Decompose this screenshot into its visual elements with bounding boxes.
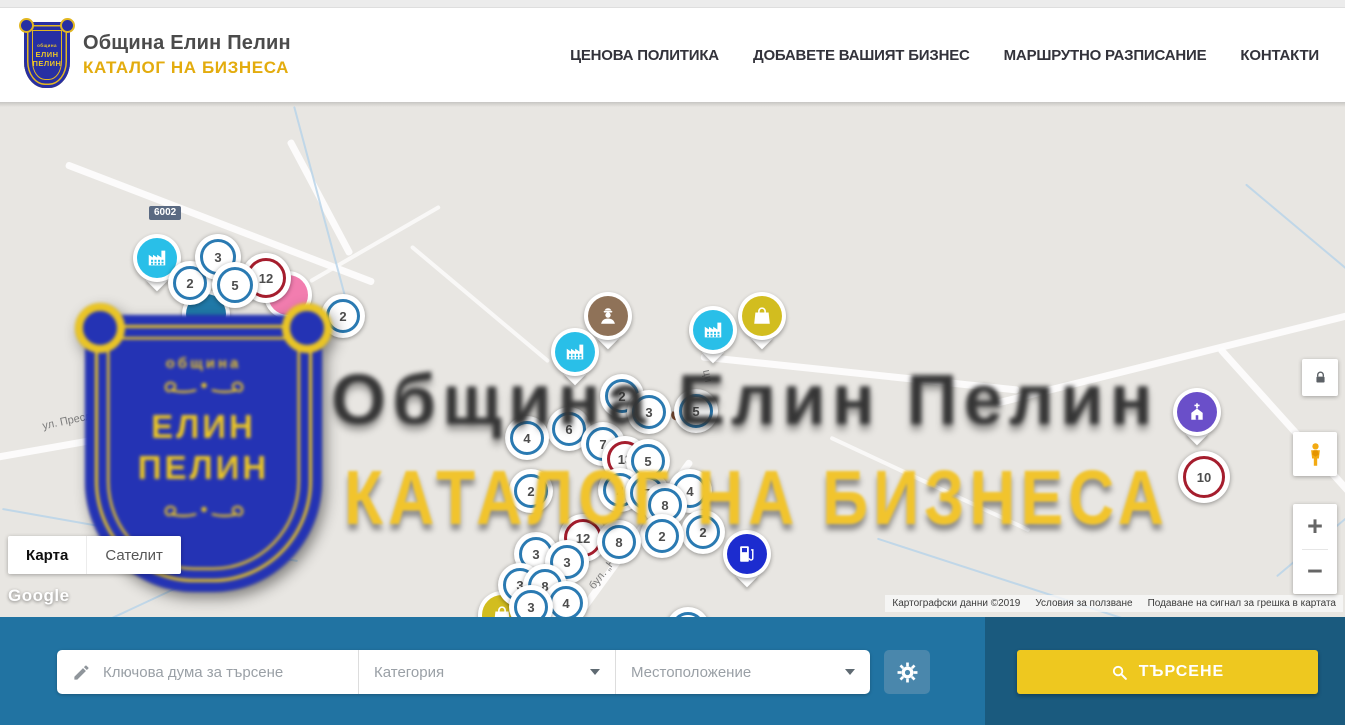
category-select[interactable]: Категория <box>358 650 615 694</box>
lock-icon <box>1313 370 1328 385</box>
cluster-marker[interactable]: 5 <box>666 607 710 617</box>
zoom-control: + − <box>1293 504 1337 594</box>
road-line <box>0 408 258 464</box>
map-type-control: Карта Сателит <box>8 536 181 574</box>
nav-contacts[interactable]: КОНТАКТИ <box>1240 47 1319 64</box>
road-line <box>995 308 1345 407</box>
street-name-label: ци <box>700 369 714 384</box>
road-line <box>410 245 550 364</box>
street-name-label: ул. Преслав <box>41 408 104 433</box>
cluster-count: 3 <box>514 590 548 617</box>
brand-municipality-title: Община Елин Пелин <box>83 32 291 55</box>
nav-route-schedule[interactable]: МАРШРУТНО РАЗПИСАНИЕ <box>1004 47 1207 64</box>
watermark-crest-line2: ПЕЛИН <box>138 447 269 488</box>
brand-text: Община Елин Пелин КАТАЛОГ НА БИЗНЕСА <box>83 32 291 78</box>
location-select[interactable]: Местоположение <box>615 650 870 694</box>
pegman-streetview-button[interactable] <box>1293 432 1337 476</box>
cluster-marker[interactable]: 2 <box>321 294 365 338</box>
cluster-count: 2 <box>645 519 679 553</box>
road-number-label: 6002 <box>149 206 181 220</box>
map-attribution: Картографски данни ©2019 Условия за полз… <box>885 595 1343 612</box>
search-button-label: ТЪРСЕНЕ <box>1139 663 1224 681</box>
shopping-bag-marker[interactable] <box>737 292 787 354</box>
road-line <box>286 138 353 256</box>
crest-small-top-label: община <box>37 43 57 48</box>
cluster-marker[interactable]: 2 <box>509 469 553 513</box>
zoom-in-button[interactable]: + <box>1293 504 1337 549</box>
page: община ЕЛИН ПЕЛИН Община Елин Пелин КАТА… <box>0 0 1345 725</box>
municipality-crest-icon: община ЕЛИН ПЕЛИН <box>24 22 70 88</box>
advanced-search-settings-button[interactable] <box>884 650 930 694</box>
crest-small-line1: ЕЛИН <box>35 50 58 59</box>
road-line <box>701 353 1020 393</box>
gear-icon <box>896 661 919 684</box>
crest-flourish-icon <box>161 378 247 396</box>
cluster-count: 8 <box>602 525 636 559</box>
cluster-count: 3 <box>632 395 666 429</box>
watermark-title: Община Елин Пелин <box>331 360 1159 441</box>
cluster-count: 10 <box>1183 456 1225 498</box>
nav-add-your-business[interactable]: ДОБАВЕТЕ ВАШИЯТ БИЗНЕС <box>753 47 970 64</box>
brand-catalog-title: КАТАЛОГ НА БИЗНЕСА <box>83 58 291 78</box>
cluster-marker[interactable]: 5 <box>674 389 718 433</box>
cluster-count: 4 <box>549 586 583 617</box>
attribution-terms-link[interactable]: Условия за ползване <box>1035 598 1132 609</box>
cluster-count: 5 <box>217 267 253 303</box>
cluster-count: 4 <box>510 421 544 455</box>
map-type-satellite-button[interactable]: Сателит <box>86 536 181 574</box>
site-logo[interactable]: община ЕЛИН ПЕЛИН Община Елин Пелин КАТА… <box>0 22 291 88</box>
watermark-subtitle: КАТАЛОГ НА БИЗНЕСА <box>344 453 1169 542</box>
crest-small-line2: ПЕЛИН <box>33 59 62 68</box>
chevron-down-icon <box>845 669 855 675</box>
pencil-icon <box>72 663 91 682</box>
zoom-out-button[interactable]: − <box>1293 550 1337 595</box>
chevron-down-icon <box>590 669 600 675</box>
attribution-copyright: Картографски данни ©2019 <box>892 598 1020 609</box>
cluster-count: 2 <box>686 515 720 549</box>
search-panel: Категория Местоположение ТЪРСЕНЕ <box>0 617 1345 725</box>
map-type-map-button[interactable]: Карта <box>8 536 86 574</box>
lock-button[interactable] <box>1302 359 1338 396</box>
cluster-count: 2 <box>514 474 548 508</box>
cluster-marker[interactable]: 4 <box>505 416 549 460</box>
attribution-report-error-link[interactable]: Подаване на сигнал за грешка в картата <box>1148 598 1336 609</box>
nav-pricing-policy[interactable]: ЦЕНОВА ПОЛИТИКА <box>570 47 719 64</box>
church-marker[interactable] <box>1172 388 1222 450</box>
cluster-marker[interactable]: 5 <box>212 262 258 308</box>
fuel-marker[interactable] <box>722 530 772 592</box>
search-button[interactable]: ТЪРСЕНЕ <box>1017 650 1318 694</box>
cluster-marker[interactable]: 10 <box>1178 451 1230 503</box>
header: община ЕЛИН ПЕЛИН Община Елин Пелин КАТА… <box>0 8 1345 103</box>
cluster-count: 5 <box>671 612 705 617</box>
cluster-marker[interactable]: 2 <box>681 510 725 554</box>
stream-line <box>1245 184 1345 327</box>
stream-line <box>67 570 213 617</box>
main-nav: ЦЕНОВА ПОЛИТИКА ДОБАВЕТЕ ВАШИЯТ БИЗНЕС М… <box>570 47 1345 64</box>
road-line <box>829 436 1030 533</box>
location-select-value: Местоположение <box>631 664 751 681</box>
category-select-value: Категория <box>374 664 444 681</box>
map-canvas[interactable]: 6002105ул. Преславбул. „Новоселци 122352… <box>0 102 1345 617</box>
cluster-marker[interactable]: 2 <box>640 514 684 558</box>
factory-marker[interactable] <box>688 306 738 368</box>
search-bar: Категория Местоположение <box>57 650 870 694</box>
cluster-marker[interactable]: 8 <box>597 520 641 564</box>
cluster-count: 5 <box>679 394 713 428</box>
cluster-marker[interactable]: 3 <box>627 390 671 434</box>
google-logo[interactable]: Google <box>8 586 70 606</box>
top-strip <box>0 0 1345 8</box>
watermark-crest-top-label: община <box>166 355 242 372</box>
search-icon <box>1111 664 1128 681</box>
keyword-search-field[interactable] <box>57 650 358 694</box>
crest-flourish-icon <box>161 502 247 520</box>
factory-marker[interactable] <box>550 328 600 390</box>
keyword-input[interactable] <box>101 663 335 682</box>
cluster-count: 2 <box>326 299 360 333</box>
pegman-icon <box>1302 441 1329 468</box>
